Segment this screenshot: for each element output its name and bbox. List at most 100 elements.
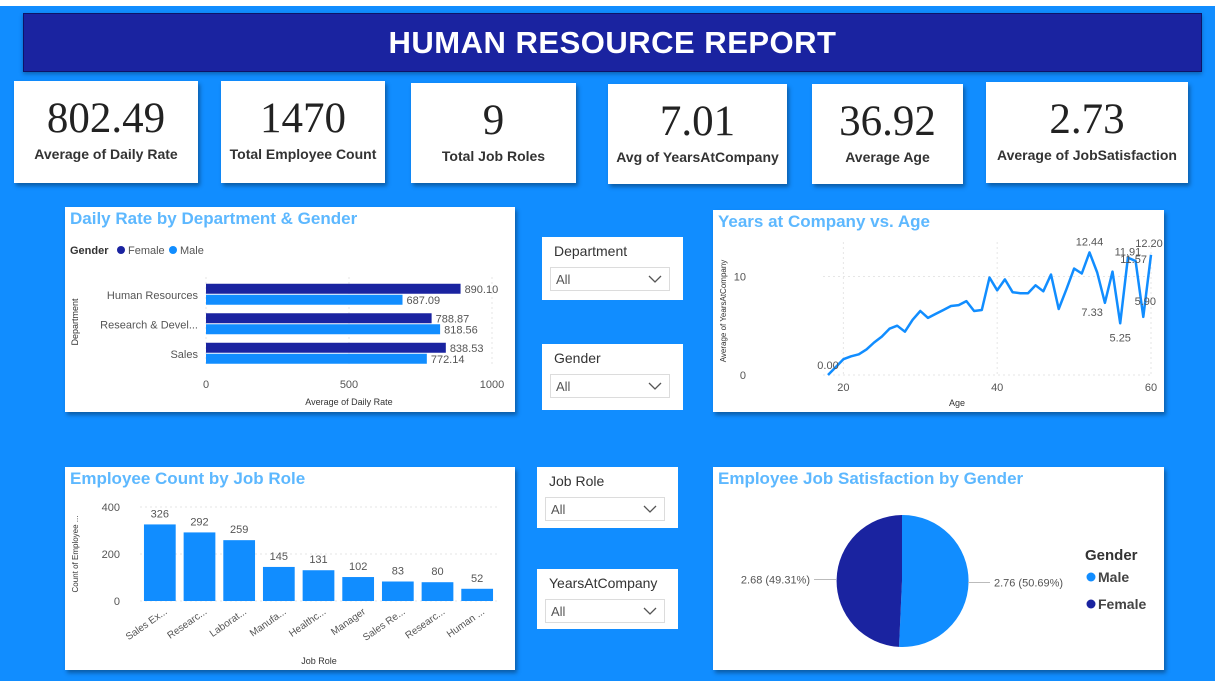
kpi-value: 802.49: [46, 95, 166, 142]
x-tick-label: 40: [991, 382, 1003, 394]
years-at-company-dropdown[interactable]: All: [545, 599, 665, 623]
slicer-label: Gender: [554, 350, 601, 366]
pie-slice-female: [836, 515, 902, 647]
data-label: 687.09: [407, 295, 441, 307]
job-role-chart: 0 200 400 Count of Employee ... Job Role 326 S…: [71, 502, 497, 666]
data-label: 102: [349, 561, 367, 573]
bar: [223, 540, 256, 601]
data-label: 0.00: [817, 360, 838, 372]
data-label: 5.25: [1110, 332, 1131, 344]
legend-label-male: Male: [180, 245, 204, 257]
data-label: 12.44: [1076, 236, 1104, 248]
category-label: Manufa...: [248, 606, 288, 639]
chevron-down-icon: [648, 275, 662, 283]
kpi-value: 36.92: [839, 98, 936, 145]
category-label: Healthc...: [287, 606, 328, 639]
legend-label-female: Female: [128, 245, 165, 257]
kpi-value: 2.73: [1049, 96, 1125, 143]
y-tick-label: 0: [114, 596, 120, 608]
category-label: Laborat...: [208, 606, 249, 639]
bar: [381, 581, 414, 601]
y-tick-label: 400: [102, 502, 120, 514]
bar-male: [206, 353, 427, 364]
legend-marker-male: [169, 246, 177, 254]
bar-female: [206, 313, 432, 324]
data-label: 83: [392, 566, 404, 578]
legend-marker-female: [1086, 599, 1096, 609]
data-label: 890.10: [465, 284, 499, 296]
bar: [183, 532, 216, 601]
bar: [421, 582, 454, 601]
y-tick-label: 200: [102, 549, 120, 561]
data-label: 80: [431, 566, 443, 578]
data-label: 2.68 (49.31%): [741, 574, 810, 586]
chevron-down-icon: [643, 607, 657, 615]
category-label: Sales: [170, 349, 198, 361]
data-label: 145: [270, 551, 288, 563]
category-label: Sales Re...: [361, 606, 407, 643]
data-label: 818.56: [444, 324, 478, 336]
bar: [461, 588, 494, 601]
slicer-value: All: [556, 272, 571, 287]
x-axis-title: Age: [949, 398, 965, 408]
y-tick-label: 10: [734, 271, 746, 283]
y-axis-title: Count of Employee ...: [71, 516, 80, 593]
kpi-label: Total Job Roles: [441, 148, 546, 164]
kpi-label: Avg of YearsAtCompany: [616, 149, 779, 165]
legend-title: Gender: [70, 245, 109, 257]
bar-male: [206, 324, 441, 335]
data-label: 772.14: [431, 354, 465, 366]
y-tick-label: 0: [740, 370, 746, 382]
legend-label-female: Female: [1098, 596, 1146, 612]
data-label: 7.33: [1081, 307, 1102, 319]
data-label: 2.76 (50.69%): [994, 578, 1063, 590]
x-tick-label: 0: [203, 379, 209, 391]
kpi-card-employee-count: 1470 Total Employee Count: [221, 81, 385, 183]
job-role-chart-panel: Employee Count by Job Role 0 200 400 Count …: [65, 467, 515, 670]
data-label: 11.57: [1120, 254, 1147, 266]
data-label: 12.20: [1135, 238, 1163, 250]
kpi-label: Average of JobSatisfaction: [997, 147, 1177, 163]
kpi-card-job-satisfaction: 2.73 Average of JobSatisfaction: [986, 82, 1188, 183]
data-label: 131: [309, 554, 327, 566]
kpi-label: Average Age: [845, 149, 930, 165]
x-tick-label: 20: [837, 382, 849, 394]
top-strip: [0, 0, 1215, 6]
bar: [342, 577, 375, 601]
kpi-card-daily-rate: 802.49 Average of Daily Rate: [14, 81, 198, 183]
kpi-card-job-roles: 9 Total Job Roles: [411, 83, 576, 183]
category-label: Human Resources: [107, 290, 199, 302]
bar-female: [206, 342, 446, 353]
category-label: Sales Ex...: [124, 606, 169, 642]
slicer-label: Job Role: [549, 473, 605, 489]
job-satisfaction-chart: 2.76 (50.69%) 2.68 (49.31%) Gender Male Fema…: [741, 514, 1146, 647]
department-dropdown[interactable]: All: [550, 267, 670, 291]
bar: [262, 566, 295, 601]
slicer-value: All: [556, 379, 571, 394]
slicer-value: All: [551, 502, 566, 517]
x-tick-label: 60: [1145, 382, 1157, 394]
kpi-label: Average of Daily Rate: [34, 146, 178, 162]
y-axis-title: Department: [70, 298, 80, 346]
legend-label-male: Male: [1098, 569, 1129, 585]
bar-male: [206, 294, 403, 305]
slicer-job-role: Job Role All: [537, 467, 678, 528]
y-axis-title: Average of YearsAtCompany: [719, 260, 728, 363]
pie-slice-male: [899, 514, 969, 647]
slicer-department: Department All: [542, 237, 683, 300]
kpi-card-average-age: 36.92 Average Age: [812, 84, 963, 184]
category-label: Research & Devel...: [100, 319, 198, 331]
gender-dropdown[interactable]: All: [550, 374, 670, 398]
job-role-dropdown[interactable]: All: [545, 497, 665, 521]
report-banner: HUMAN RESOURCE REPORT: [23, 13, 1202, 72]
job-satisfaction-chart-panel: Employee Job Satisfaction by Gender 2.76…: [713, 467, 1164, 670]
data-label: 292: [190, 516, 208, 528]
bar-female: [206, 283, 461, 294]
kpi-value: 1470: [260, 95, 346, 142]
data-label: 5.90: [1135, 296, 1156, 308]
category-label: Human ...: [445, 606, 487, 640]
years-vs-age-chart-panel: Years at Company vs. Age 0 10 20 40 60 Age Ave…: [713, 210, 1164, 412]
legend-marker-female: [117, 246, 125, 254]
chevron-down-icon: [648, 382, 662, 390]
years-vs-age-chart: 0 10 20 40 60 Age Average of YearsAtCompany 0.0…: [719, 236, 1163, 408]
